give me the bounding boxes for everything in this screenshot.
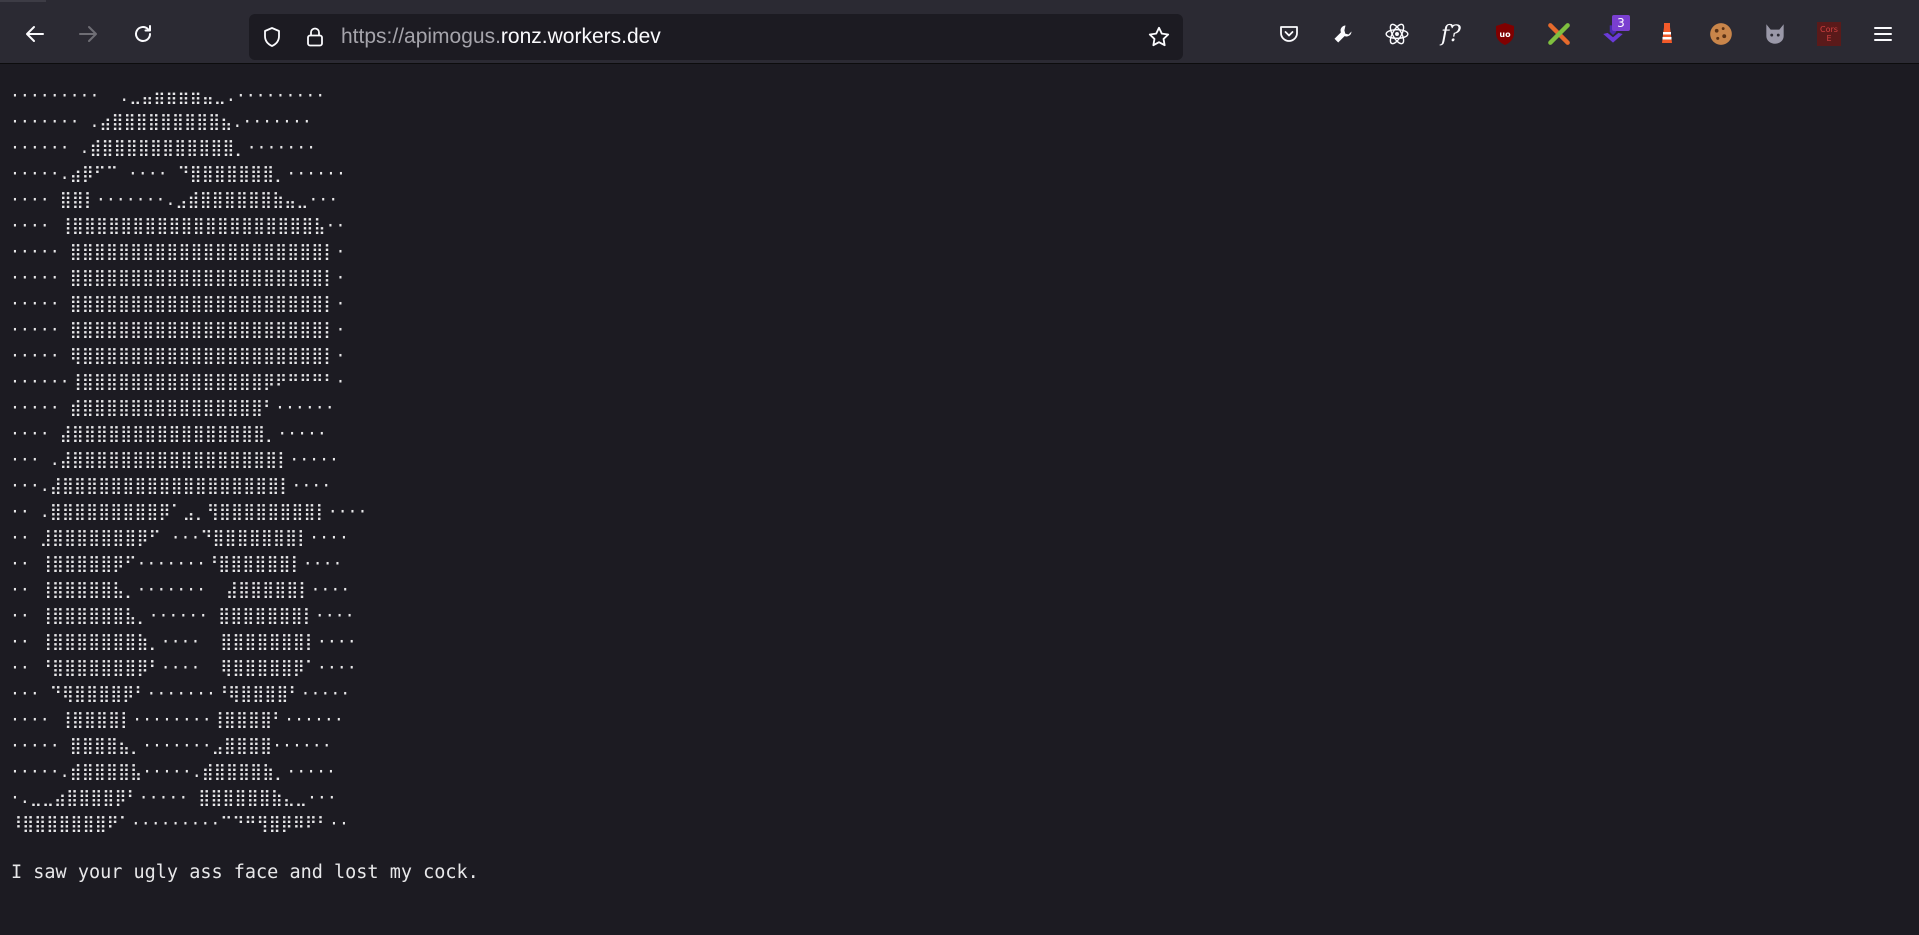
url-host: ronz.workers.dev [500,25,661,48]
ascii-art-line: ⠸⣿⣿⣿⣿⣿⣿⣿⠟⠁·········⠉⠙⠛⢻⣿⡿⠿⠟⠃·· [10,814,349,833]
forward-button[interactable] [72,18,104,50]
back-button[interactable] [19,18,51,50]
ascii-art-line: ····· ⣿⣿⣿⣿⣿⣿⣿⣿⣿⣿⣿⣿⣿⣿⣿⣿⣿⣿⣿⣿⣿⡇· [10,320,346,339]
forward-arrow-icon [79,26,97,42]
download-extension-button[interactable]: 3 [1597,15,1630,50]
reload-button[interactable] [127,18,159,50]
pocket-icon [1280,26,1298,42]
crossed-tools-button[interactable] [1543,18,1575,50]
url-prefix: https://apimogus. [341,25,501,48]
ascii-art-line: ···· ⢸⣿⣿⣿⣿⣿⣿⣿⣿⣿⣿⣿⣿⣿⣿⣿⣿⣿⣿⣿⣿⣧·· [10,216,346,235]
ascii-art-line: ······⢸⣿⣿⣿⣿⣿⣿⣿⣿⣿⣿⣿⣿⣿⣿⣿⡿⠟⠛⠛⠛⠃· [10,372,346,391]
svg-text:uo: uo [1499,30,1511,39]
ascii-art-line: ·· ⠘⣿⣿⣿⣿⣿⣿⣿⡿⠃···· ⢿⣿⣿⣿⣿⣿⡿⠁···· [10,658,357,677]
ascii-art-line: ····· ⢿⣿⣿⣿⣿⣿⣿⣿⣿⣿⣿⣿⣿⣿⣿⣿⣿⣿⣿⣿⣿⡇· [10,346,346,365]
ascii-art-line: ····· ⣿⣿⣿⣿⣿⣿⣿⣿⣿⣿⣿⣿⣿⣿⣿⣿⣿⣿⣿⣿⣿⡇· [10,268,346,287]
devtools-wrench-button[interactable] [1327,18,1359,50]
reload-icon [135,25,151,42]
navigation-toolbar: https://apimogus.ronz.workers.dev f? uo … [0,4,1919,64]
font-finder-button[interactable]: f? [1435,18,1467,50]
ascii-art-line: ····· ⣿⣿⣿⣿⣿⣿⣿⣿⣿⣿⣿⣿⣿⣿⣿⣿⣿⣿⣿⣿⣿⡇· [10,242,346,261]
url-bar[interactable]: https://apimogus.ronz.workers.dev [249,14,1183,60]
ascii-art-line: ···· ⣿⣿⡇·······.⣠⣾⣿⣿⣿⣿⣿⣿⣷⣤⣀··· [10,190,339,209]
ascii-art-line: ···· ⣼⣿⣿⣿⣿⣿⣿⣿⣿⣿⣿⣿⣿⣿⣿⣿⣿⡀····· [10,424,327,443]
cookie-button[interactable] [1705,18,1737,50]
url-text[interactable]: https://apimogus.ronz.workers.dev [341,14,661,60]
ascii-art-line: ··· .⣼⣿⣿⣿⣿⣿⣿⣿⣿⣿⣿⣿⣿⣿⣿⣿⣿⣿⡇····· [10,450,339,469]
lock-icon[interactable] [303,25,327,49]
ascii-art-line: ·· ⢸⣿⣿⣿⣿⣿⣿⣧⡀······ ⣿⣿⣿⣿⣿⣿⣿⡇···· [10,606,355,625]
lighthouse-icon [1662,23,1672,43]
shield-icon[interactable] [260,25,284,49]
bookmark-star-icon[interactable] [1146,24,1172,50]
ascii-art-line: ·· ⣸⣿⣿⣿⣿⣿⣿⣿⡿⠋ ···⠙⣿⣿⣿⣿⣿⣿⣿⡇···· [10,528,349,547]
font-finder-icon: f? [1441,21,1461,47]
ascii-art-line: ·····.⣾⣿⣿⣿⣿⣧·····.⣾⣿⣿⣿⣿⣷⡀····· [10,762,336,781]
ublock-button[interactable]: uo [1489,18,1521,50]
ascii-art-line: ·.⣀⣀⣴⣿⣿⣿⣿⡿⠃····· ⣿⣿⣿⣿⣿⣿⣷⣄⣀··· [10,788,337,807]
ascii-art-line: ·· ⢸⣿⣿⣿⣿⣿⡿⠋·······⠘⣿⣿⣿⣿⣿⣿⡇···· [10,554,343,573]
pocket-button[interactable] [1273,18,1305,50]
ascii-art-line: ·· .⣿⣿⣿⣿⣿⣿⣿⣿⣿⡿⠁⣠⡀⢻⣿⣿⣿⣿⣿⣿⣿⣿⡇···· [10,502,368,521]
ascii-art-line: ··· ⠙⢿⣿⣿⣿⣿⡿⠃·······⠘⢿⣿⣿⣿⣿⠃····· [10,684,351,703]
ascii-art-line: ····· ⣿⣿⣿⣿⣦⡀·······⣠⣿⣿⣿⣿······ [10,736,332,755]
react-devtools-button[interactable] [1381,18,1413,50]
ascii-art-line: ·· ⢸⣿⣿⣿⣿⣿⣿⣿⣷⡀···· ⣿⣿⣿⣿⣿⣿⣿⡇···· [10,632,357,651]
hamburger-menu-icon [1874,27,1892,41]
ascii-art-line: ·····.⣴⡿⠋⠉ ···· ⠙⣿⣿⣿⣿⣿⣿⣿⡀······ [10,164,346,183]
page-content: ········· .⣀⣤⣶⣶⣶⣶⣤⣀.········· ······· .⣴⣿… [0,65,1919,935]
ublock-icon: uo [1496,23,1514,45]
ascii-art-line: ········· .⣀⣤⣶⣶⣶⣶⣤⣀.········· [10,86,326,105]
ascii-art: ········· .⣀⣤⣶⣶⣶⣶⣤⣀.········· ······· .⣴⣿… [10,83,367,837]
wrench-icon [1334,25,1352,43]
ascii-art-line: ······ .⣾⣿⣿⣿⣿⣿⣿⣿⣿⣿⣿⣿⡀······· [10,138,317,157]
ascii-art-line: ···· ⢸⣿⣿⣿⣿⡇········⢸⣿⣿⣿⣿⠃······ [10,710,344,729]
react-devtools-icon [1385,23,1409,45]
app-menu-button[interactable] [1867,18,1899,50]
lighthouse-button[interactable] [1651,18,1683,50]
back-arrow-icon [26,26,44,42]
ascii-art-line: ·· ⢸⣿⣿⣿⣿⣿⣧⡀······· ⣼⣿⣿⣿⣿⣿⡇···· [10,580,351,599]
crossed-tools-icon [1548,23,1570,45]
ascii-art-line: ····· ⣿⣿⣿⣿⣿⣿⣿⣿⣿⣿⣿⣿⣿⣿⣿⣿⣿⣿⣿⣿⣿⡇· [10,294,346,313]
ascii-art-line: ····· ⣾⣿⣿⣿⣿⣿⣿⣿⣿⣿⣿⣿⣿⣿⣿⣿⠃······ [10,398,335,417]
active-tab-indicator [0,0,46,2]
extension-badge: 3 [1612,15,1630,31]
cors-extension-icon: Cors E [1817,22,1841,46]
cors-extension-button[interactable]: Cors E [1813,18,1845,50]
cookie-icon [1710,23,1732,45]
cat-extension-button[interactable] [1759,18,1791,50]
ascii-art-line: ······· .⣴⣿⣿⣿⣿⣿⣿⣿⣿⣿⣦.······· [10,112,312,131]
page-caption: I saw your ugly ass face and lost my coc… [11,862,479,883]
cat-icon [1766,24,1784,44]
ascii-art-line: ···.⣼⣿⣿⣿⣿⣿⣿⣿⣿⣿⣿⣿⣿⣿⣿⣿⣿⣿⣿⡇···· [10,476,332,495]
